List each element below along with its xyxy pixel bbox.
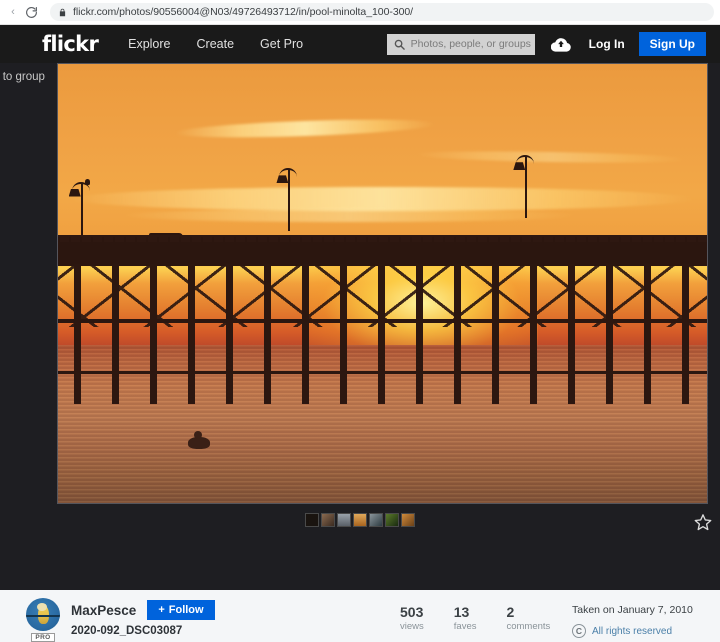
thumbnail-7[interactable] [401, 513, 415, 527]
photo-viewer[interactable] [57, 63, 708, 504]
pier-pilings [58, 263, 707, 405]
thumbnail-6[interactable] [385, 513, 399, 527]
flickr-logo[interactable]: flickr [42, 32, 99, 56]
lamp-post-icon [513, 155, 535, 218]
follow-button[interactable]: + Follow [147, 600, 215, 620]
thumbnail-1[interactable] [305, 513, 319, 527]
nav-item-create[interactable]: Create [197, 37, 235, 51]
upload-cloud-icon[interactable] [550, 37, 571, 52]
bird-icon [85, 179, 91, 186]
thumbnail-4[interactable] [353, 513, 367, 527]
stat-faves: 13 faves [454, 604, 477, 632]
site-header: flickr Explore Create Get Pro Photos, pe… [0, 25, 720, 63]
search-input[interactable]: Photos, people, or groups [386, 33, 535, 55]
search-icon [394, 39, 405, 50]
stat-comments-number: 2 [506, 604, 515, 620]
search-placeholder: Photos, people, or groups [410, 38, 531, 50]
meta-section: Taken on January 7, 2010 C All rights re… [572, 604, 693, 638]
reload-icon[interactable] [20, 1, 42, 23]
stat-faves-label: faves [453, 621, 477, 632]
pier-beam [58, 371, 707, 375]
stat-views-label: views [400, 621, 424, 632]
signup-button[interactable]: Sign Up [638, 32, 706, 56]
thumbnail-2[interactable] [321, 513, 335, 527]
login-link[interactable]: Log In [589, 37, 625, 51]
photo-title: 2020-092_DSC03087 [71, 625, 183, 637]
photo-info-panel: PRO MaxPesce + Follow 2020-092_DSC03087 … [0, 590, 720, 642]
back-to-group-link[interactable]: ck to group [0, 71, 45, 83]
back-arrow-icon[interactable]: ‹ [6, 5, 20, 19]
license-row[interactable]: C All rights reserved [572, 624, 693, 638]
stat-comments: 2 comments [506, 604, 550, 632]
pier-deck [58, 241, 707, 266]
owner-name[interactable]: MaxPesce [71, 603, 136, 618]
pier-beam [58, 318, 707, 323]
owner-name-row: MaxPesce + Follow [71, 600, 269, 620]
cloud-streak-icon [414, 149, 688, 164]
stat-comments-label: comments [506, 621, 551, 632]
swimmer-silhouette [187, 431, 210, 450]
stat-faves-number: 13 [453, 604, 470, 620]
copyright-icon: C [572, 624, 586, 638]
browser-toolbar: ‹ flickr.com/photos/90556004@N03/4972649… [0, 0, 720, 25]
cloud-streak-icon [174, 116, 435, 141]
stats-section: 503 views 13 faves 2 comments [400, 604, 550, 632]
cloud-streak-icon [122, 208, 578, 223]
nav-item-get-pro[interactable]: Get Pro [260, 37, 303, 51]
owner-text-block: MaxPesce + Follow 2020-092_DSC03087 Pict… [71, 598, 269, 642]
lock-icon [58, 8, 67, 17]
cloud-streak-icon [70, 186, 694, 212]
thumbnail-3[interactable] [337, 513, 351, 527]
nav-item-explore[interactable]: Explore [128, 37, 170, 51]
plus-icon: + [158, 604, 165, 616]
thumbnail-strip[interactable] [0, 513, 720, 527]
thumbnail-5[interactable] [369, 513, 383, 527]
follow-label: Follow [168, 604, 204, 616]
stat-views-number: 503 [400, 604, 424, 620]
photo-page-body: ck to group [0, 63, 720, 590]
star-icon[interactable] [694, 513, 712, 536]
license-text[interactable]: All rights reserved [592, 626, 672, 637]
url-text: flickr.com/photos/90556004@N03/497264937… [73, 6, 414, 18]
avatar-wrapper: PRO [26, 598, 60, 642]
owner-section: PRO MaxPesce + Follow 2020-092_DSC03087 … [26, 598, 269, 642]
avatar[interactable] [26, 598, 60, 631]
taken-on-text: Taken on January 7, 2010 [572, 604, 693, 616]
pro-badge: PRO [31, 633, 55, 642]
stat-views: 503 views [400, 604, 424, 632]
address-bar[interactable]: flickr.com/photos/90556004@N03/497264937… [50, 3, 714, 21]
lamp-post-icon [276, 168, 298, 231]
photo-image [58, 64, 707, 503]
